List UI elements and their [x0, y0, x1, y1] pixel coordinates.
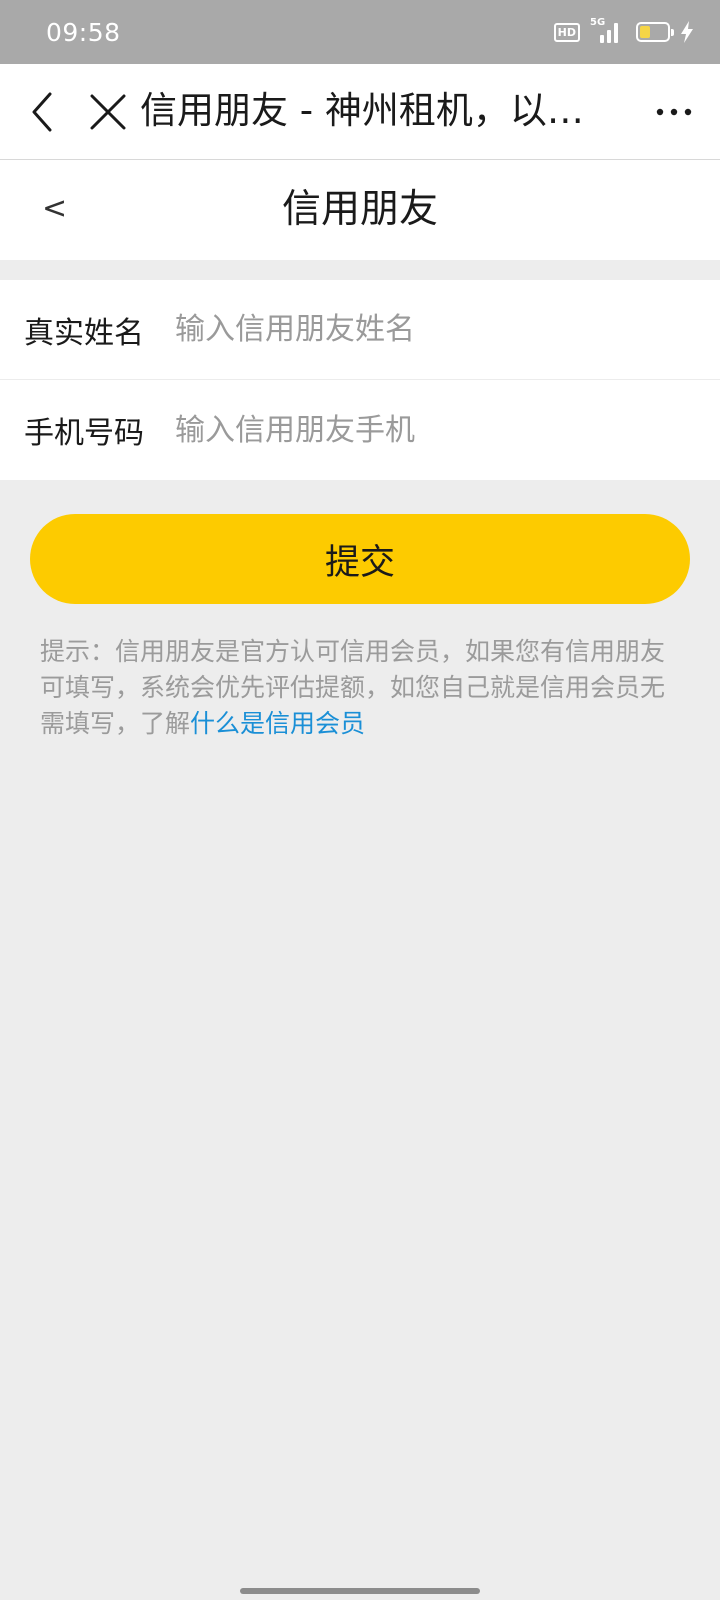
- name-row: 真实姓名: [0, 280, 720, 380]
- what-is-credit-member-link[interactable]: 什么是信用会员: [190, 709, 365, 738]
- page-title: 信用朋友: [281, 187, 438, 232]
- page-back-button[interactable]: <: [42, 184, 67, 234]
- name-label: 真实姓名: [24, 315, 144, 351]
- status-bar: 09:58 HD 5G: [0, 0, 720, 64]
- hd-icon: HD: [553, 22, 580, 42]
- name-input[interactable]: [175, 299, 720, 360]
- more-dots-icon[interactable]: [656, 102, 692, 122]
- page-header: 信用朋友 <: [0, 160, 720, 260]
- charging-icon: [681, 21, 693, 43]
- close-icon[interactable]: [88, 92, 128, 132]
- network-type-label: 5G: [590, 17, 606, 28]
- browser-nav-bar: 信用朋友 - 神州租机，以租…: [0, 64, 720, 160]
- credit-friend-form: 真实姓名 手机号码: [0, 280, 720, 480]
- phone-row: 手机号码: [0, 380, 720, 480]
- phone-input[interactable]: [175, 400, 720, 460]
- browser-title: 信用朋友 - 神州租机，以租…: [140, 89, 600, 132]
- chevron-left-icon[interactable]: [28, 90, 58, 134]
- hint-text: 提示：信用朋友是官方认可信用会员，如果您有信用朋友可填写，系统会优先评估提额，如…: [40, 634, 680, 742]
- status-icons: HD 5G: [553, 17, 694, 43]
- submit-button[interactable]: 提交: [30, 514, 690, 604]
- battery-icon: [636, 22, 674, 42]
- status-time: 09:58: [46, 17, 121, 47]
- signal-icon: 5G: [590, 17, 620, 43]
- phone-label: 手机号码: [24, 416, 144, 451]
- home-indicator[interactable]: [240, 1588, 480, 1594]
- battery-level: [640, 26, 651, 38]
